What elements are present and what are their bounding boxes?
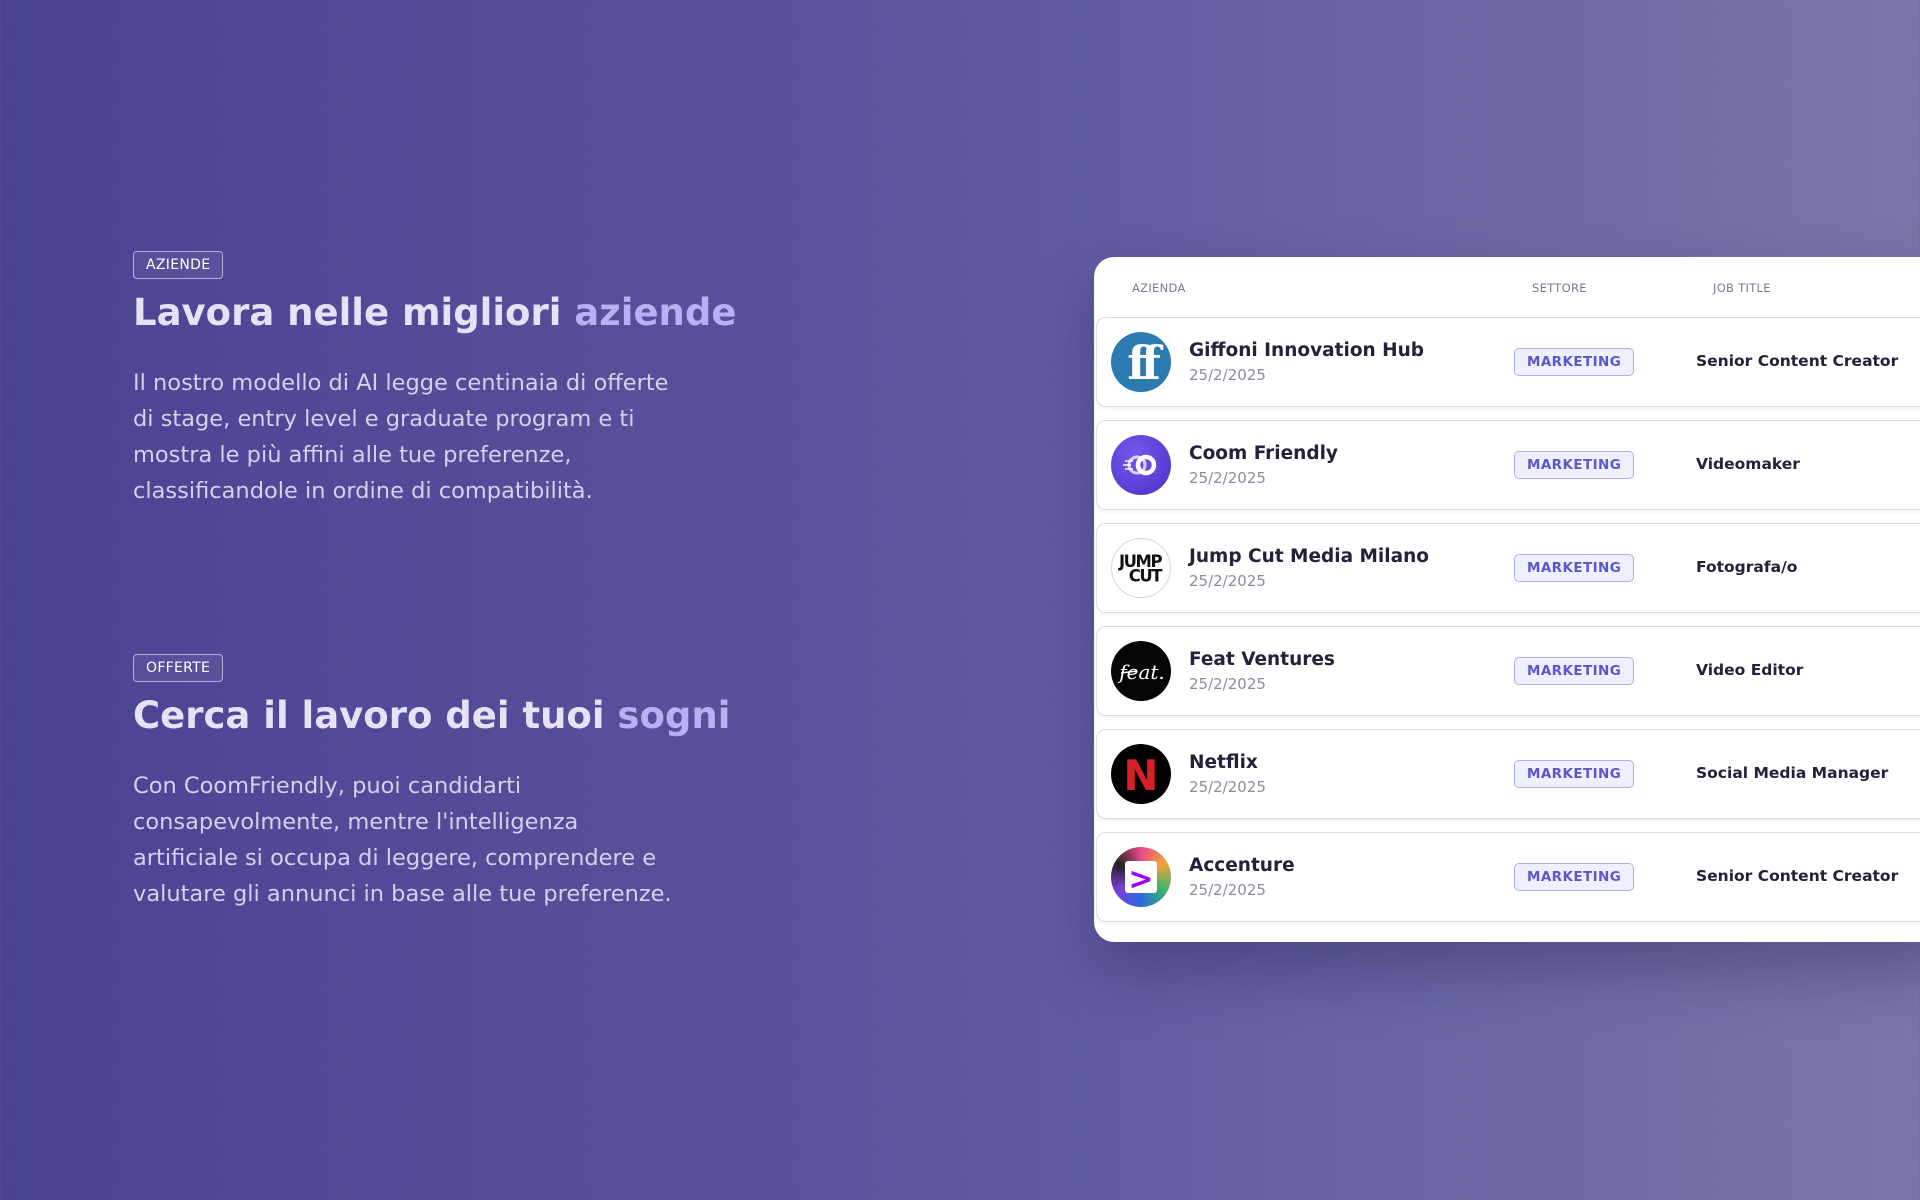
company-name: Jump Cut Media Milano bbox=[1189, 546, 1429, 567]
table-row[interactable]: Coom Friendly 25/2/2025 MARKETING Videom… bbox=[1096, 420, 1920, 510]
table-row[interactable]: JUMP CUT Jump Cut Media Milano 25/2/2025… bbox=[1096, 523, 1920, 613]
accenture-logo-text: > bbox=[1128, 862, 1153, 897]
section-description: Il nostro modello di AI legge centinaia … bbox=[133, 370, 669, 505]
section-title-accent: sogni bbox=[617, 694, 731, 737]
section-title-accent: aziende bbox=[574, 291, 737, 334]
company-name: Giffoni Innovation Hub bbox=[1189, 340, 1425, 361]
sector-badge: MARKETING bbox=[1514, 348, 1635, 376]
column-header-sector: SETTORE bbox=[1532, 281, 1587, 295]
company-name: Accenture bbox=[1189, 855, 1295, 876]
feat-logo: feat. bbox=[1111, 641, 1171, 701]
company-name: Feat Ventures bbox=[1189, 649, 1335, 670]
section-tag: AZIENDE bbox=[133, 251, 224, 279]
table-row[interactable]: > Accenture 25/2/2025 MARKETING Senior C… bbox=[1096, 832, 1920, 922]
job-title: Fotografa/o bbox=[1696, 558, 1798, 576]
table-row[interactable]: ff Giffoni Innovation Hub 25/2/2025 MARK… bbox=[1096, 317, 1920, 407]
job-title: Video Editor bbox=[1696, 661, 1804, 679]
section-title: Cerca il lavoro dei tuoi sogni bbox=[133, 694, 730, 738]
giffoni-logo: ff bbox=[1111, 332, 1171, 392]
section-title-main: Cerca il lavoro dei tuoi bbox=[133, 694, 618, 737]
table-row[interactable]: feat. Feat Ventures 25/2/2025 MARKETING … bbox=[1096, 626, 1920, 716]
table-row[interactable]: N Netflix 25/2/2025 MARKETING Social Med… bbox=[1096, 729, 1920, 819]
jobs-table-card: AZIENDA SETTORE JOB TITLE ff Giffoni Inn… bbox=[1094, 257, 1920, 942]
job-title: Senior Content Creator bbox=[1696, 352, 1899, 370]
giffoni-logo-text: ff bbox=[1127, 336, 1164, 390]
sector-badge: MARKETING bbox=[1514, 760, 1635, 788]
section-description: Con CoomFriendly, puoi candidarti consap… bbox=[133, 773, 672, 908]
company-date: 25/2/2025 bbox=[1189, 469, 1266, 487]
netflix-logo-text: N bbox=[1123, 751, 1158, 800]
sector-badge: MARKETING bbox=[1514, 451, 1635, 479]
netflix-logo: N bbox=[1111, 744, 1171, 804]
jumpcut-logo-bottom: CUT bbox=[1129, 567, 1163, 586]
company-name: Coom Friendly bbox=[1189, 443, 1338, 464]
jumpcut-logo: JUMP CUT bbox=[1111, 538, 1171, 598]
column-header-company: AZIENDA bbox=[1132, 281, 1186, 295]
section-aziende: AZIENDE Lavora nelle migliori aziende Il… bbox=[133, 251, 736, 509]
company-date: 25/2/2025 bbox=[1189, 366, 1266, 384]
table-header: AZIENDA SETTORE JOB TITLE bbox=[1094, 257, 1920, 317]
job-title: Senior Content Creator bbox=[1696, 867, 1899, 885]
job-title: Videomaker bbox=[1696, 455, 1800, 473]
company-date: 25/2/2025 bbox=[1189, 881, 1266, 899]
section-title-main: Lavora nelle migliori bbox=[133, 291, 575, 334]
coomfriendly-logo bbox=[1111, 435, 1171, 495]
job-title: Social Media Manager bbox=[1696, 764, 1889, 782]
company-date: 25/2/2025 bbox=[1189, 572, 1266, 590]
company-name: Netflix bbox=[1189, 752, 1258, 773]
section-tag: OFFERTE bbox=[133, 654, 224, 682]
company-date: 25/2/2025 bbox=[1189, 675, 1266, 693]
column-header-job: JOB TITLE bbox=[1713, 281, 1771, 295]
sector-badge: MARKETING bbox=[1514, 863, 1635, 891]
section-offerte: OFFERTE Cerca il lavoro dei tuoi sogni C… bbox=[133, 654, 730, 912]
table-rows: ff Giffoni Innovation Hub 25/2/2025 MARK… bbox=[1096, 317, 1920, 935]
section-title: Lavora nelle migliori aziende bbox=[133, 291, 736, 335]
sector-badge: MARKETING bbox=[1514, 554, 1635, 582]
accenture-logo: > bbox=[1111, 847, 1171, 907]
sector-badge: MARKETING bbox=[1514, 657, 1635, 685]
company-date: 25/2/2025 bbox=[1189, 778, 1266, 796]
